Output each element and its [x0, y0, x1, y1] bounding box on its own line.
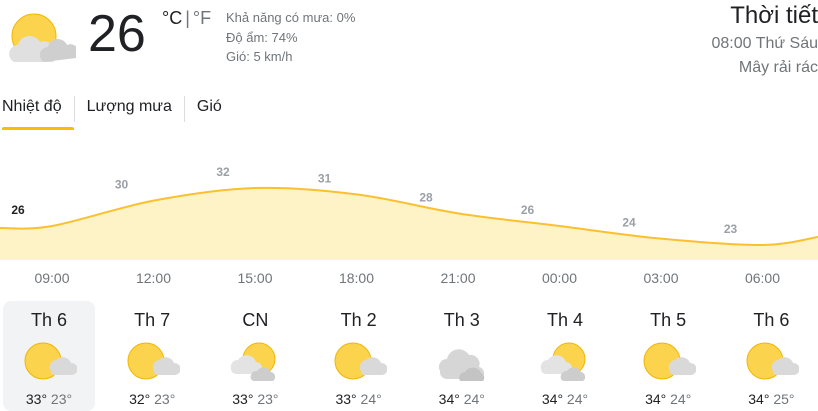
- unit-fahrenheit[interactable]: °F: [193, 8, 211, 28]
- time-axis-label: 21:00: [440, 270, 476, 286]
- day-temps: 34° 24°: [622, 390, 714, 408]
- cloud-sun-icon: [519, 339, 611, 388]
- day-temps: 32° 23°: [106, 390, 198, 408]
- chart-data-label: 24: [622, 216, 636, 230]
- weather-title: Thời tiết: [730, 2, 818, 29]
- day-temps: 33° 24°: [313, 390, 405, 408]
- unit-toggle: °C | °F: [162, 8, 211, 29]
- chart-data-label: 31: [318, 171, 332, 185]
- day-temps: 34° 25°: [725, 390, 817, 408]
- unit-separator: |: [185, 8, 190, 28]
- day-temps: 34° 24°: [416, 390, 508, 408]
- day-low: 23°: [253, 391, 279, 407]
- tab-temperature[interactable]: Nhiệt độ: [0, 96, 74, 130]
- day-high: 33°: [25, 391, 48, 407]
- tab-wind[interactable]: Gió: [185, 96, 234, 130]
- day-high: 34°: [541, 391, 564, 407]
- time-axis: 09:00 12:00 15:00 18:00 21:00 00:00 03:00 06:00: [0, 270, 818, 290]
- day-forecast[interactable]: Th 6 33° 23°: [3, 301, 95, 411]
- day-name: Th 4: [546, 310, 584, 330]
- day-name: Th 6: [30, 310, 68, 330]
- time-axis-label: 18:00: [338, 270, 375, 286]
- time-axis-label: 12:00: [135, 270, 172, 286]
- weather-header: Thời tiết 08:00 Thứ Sáu Mây rải rác: [712, 0, 818, 80]
- day-name: Th 5: [650, 310, 687, 330]
- chart-tabs: Nhiệt độ Lượng mưa Gió: [0, 96, 234, 130]
- day-temps: 34° 24°: [519, 390, 611, 408]
- wind-speed: Gió: 5 km/h: [226, 49, 293, 64]
- day-high: 34°: [748, 391, 770, 407]
- day-forecast[interactable]: Th 7 32° 23°: [106, 301, 198, 411]
- day-forecast[interactable]: Th 5 34° 24°: [622, 301, 714, 411]
- chart-area-fill: [0, 187, 818, 260]
- current-datetime: 08:00 Thứ Sáu: [711, 35, 818, 52]
- day-name: Th 6: [753, 310, 790, 330]
- chart-data-label: 30: [115, 178, 129, 192]
- chart-data-label: 26: [11, 203, 25, 217]
- time-axis-label: 03:00: [643, 270, 679, 286]
- humidity: Độ ẩm: 74%: [226, 29, 298, 45]
- day-name: Th 3: [443, 310, 480, 330]
- day-forecast[interactable]: CN 33° 23°: [209, 301, 301, 411]
- cloudy-icon: [416, 339, 508, 388]
- tab-precipitation[interactable]: Lượng mưa: [75, 96, 184, 130]
- current-temperature: 26: [88, 5, 146, 63]
- time-axis-label: 06:00: [744, 270, 781, 286]
- day-low: 25°: [769, 391, 795, 407]
- weather-details: Khả năng có mưa: 0% Độ ẩm: 74% Gió: 5 km…: [226, 8, 355, 67]
- chart-area: [0, 187, 818, 260]
- day-forecast[interactable]: Th 3 34° 24°: [416, 301, 508, 411]
- chart-data-label: 26: [521, 203, 535, 217]
- sun-cloud-icon: [106, 339, 198, 388]
- daily-forecast: Th 6 33° 23° Th 7 32° 23° CN 33° 23° Th 2 33° 2…: [0, 301, 818, 411]
- day-forecast[interactable]: Th 6 34° 25°: [725, 301, 817, 411]
- chart-data-label: 28: [419, 190, 433, 204]
- sun-cloud-icon: [313, 339, 405, 388]
- day-low: 23°: [150, 391, 176, 407]
- day-high: 32°: [129, 391, 151, 407]
- day-low: 24°: [563, 391, 589, 407]
- sun-cloud-icon: [622, 339, 714, 388]
- day-high: 34°: [438, 391, 460, 407]
- day-low: 23°: [47, 391, 73, 407]
- day-forecast[interactable]: Th 2 33° 24°: [313, 301, 405, 411]
- current-condition: Mây rải rác: [738, 59, 818, 76]
- chart-data-label: 32: [216, 165, 230, 179]
- day-high: 33°: [335, 391, 357, 407]
- sun-cloud-icon: [725, 339, 817, 388]
- day-temps: 33° 23°: [3, 390, 95, 408]
- day-temps: 33° 23°: [209, 390, 301, 408]
- partly-cloudy-icon: [4, 10, 79, 71]
- temperature-chart[interactable]: 26 30 32 31 28 26 24 23: [0, 150, 818, 260]
- unit-celsius[interactable]: °C: [162, 8, 182, 28]
- sun-cloud-icon: [3, 339, 95, 388]
- time-axis-label: 00:00: [541, 270, 578, 286]
- day-low: 24°: [666, 391, 692, 407]
- time-axis-label: 15:00: [237, 270, 273, 286]
- time-axis-label: 09:00: [34, 270, 70, 286]
- day-name: Th 7: [134, 310, 171, 330]
- day-low: 24°: [459, 391, 485, 407]
- day-name: Th 2: [340, 310, 377, 330]
- day-low: 24°: [356, 391, 382, 407]
- cloud-sun-icon: [209, 339, 301, 388]
- chart-data-label: 23: [724, 222, 738, 236]
- day-high: 33°: [232, 391, 254, 407]
- day-forecast[interactable]: Th 4 34° 24°: [519, 301, 611, 411]
- precipitation-chance: Khả năng có mưa: 0%: [226, 10, 356, 25]
- day-name: CN: [242, 310, 269, 330]
- day-high: 34°: [645, 391, 667, 407]
